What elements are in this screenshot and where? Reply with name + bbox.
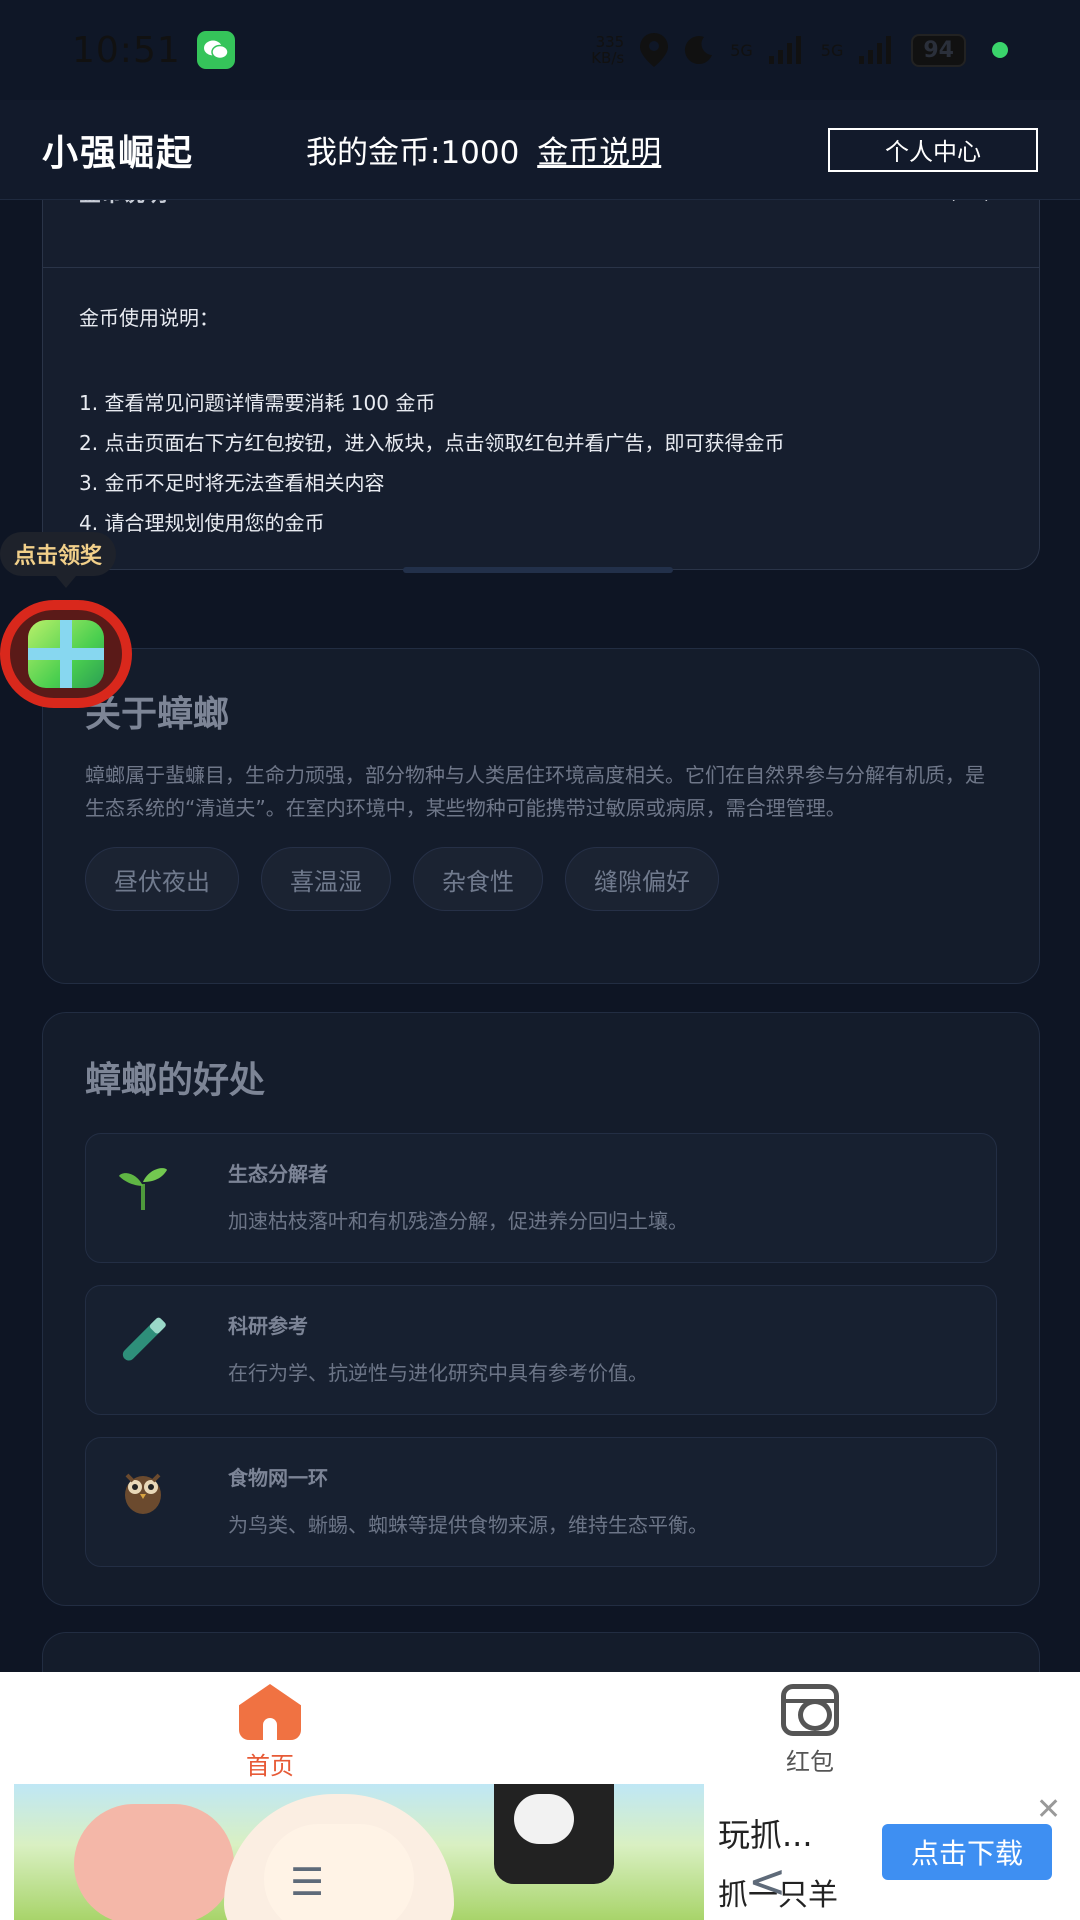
ad-subtitle: 抓一只羊 [718, 1878, 838, 1913]
profile-button[interactable]: 个人中心 [828, 127, 1038, 172]
benefit-title: 食物网一环 [228, 1466, 328, 1490]
benefit-desc: 在行为学、抗逆性与进化研究中具有参考价值。 [228, 1361, 648, 1385]
net-speed-value: 335 [595, 33, 625, 51]
benefit-title: 生态分解者 [228, 1162, 328, 1186]
benefits-card: 蟑螂的好处 生态分解者 加速枯枝落叶和有机残渣分解，促进养分回归土壤。 科研参考… [42, 1012, 1040, 1606]
tag-chip: 昼伏夜出 [85, 847, 239, 911]
moon-icon [685, 36, 713, 65]
signal-1-label: 5G [730, 40, 753, 60]
coin-info-panel: 金币说明 金币使用说明： 1. 查看常见问题详情需要消耗 100 金币 2. 点… [42, 180, 1040, 573]
ad-image[interactable] [14, 1784, 704, 1920]
location-icon [640, 33, 669, 67]
about-text: 蟑螂属于蜚蠊目，生命力顽强，部分物种与人类居住环境高度相关。它们在自然界参与分解… [85, 763, 985, 820]
coin-info-intro: 金币使用说明： [79, 306, 219, 330]
nav-home[interactable]: 首页 [0, 1672, 540, 1784]
benefit-item: 科研参考 在行为学、抗逆性与进化研究中具有参考价值。 [85, 1285, 997, 1415]
privacy-dot-icon [992, 42, 1008, 58]
seedling-icon [116, 1160, 170, 1214]
tag-chip: 喜温湿 [261, 847, 391, 911]
ad-download-button[interactable]: 点击下载 [882, 1824, 1052, 1880]
app-header: 小强崛起 我的金币:1000 金币说明 个人中心 [0, 100, 1080, 200]
brand-title: 小强崛起 [42, 132, 195, 174]
about-tags: 昼伏夜出 喜温湿 杂食性 缝隙偏好 [85, 847, 997, 911]
tag-chip: 缝隙偏好 [565, 847, 719, 911]
benefit-desc: 为鸟类、蜥蜴、蜘蛛等提供食物来源，维持生态平衡。 [228, 1513, 708, 1537]
nav-home-label: 首页 [246, 1752, 294, 1780]
bottom-nav: 首页 红包 [0, 1672, 1080, 1784]
net-speed-unit: KB/s [591, 49, 625, 67]
net-speed: 335 KB/s [591, 34, 624, 66]
tag-chip: 杂食性 [413, 847, 543, 911]
ad-banner[interactable]: 玩抓... 抓一只羊 点击下载 ✕ [0, 1784, 1080, 1920]
owl-icon [116, 1464, 170, 1518]
close-icon[interactable]: ✕ [1036, 1792, 1061, 1827]
battery-level: 94 [911, 33, 966, 67]
test-tube-icon [116, 1312, 170, 1366]
status-time: 10:51 [72, 29, 181, 71]
nav-red-packet-label: 红包 [786, 1748, 834, 1776]
ad-text: 玩抓... 抓一只羊 [718, 1810, 838, 1914]
about-title: 关于蟑螂 [85, 694, 230, 735]
status-bar: 10:51 335 KB/s 5G 5G 94 [0, 0, 1080, 100]
signal-2-label: 5G [820, 40, 844, 60]
coin-info-link[interactable]: 金币说明 [537, 135, 661, 171]
wechat-icon [196, 31, 235, 69]
coin-info-line: 3. 金币不足时将无法查看相关内容 [79, 471, 385, 495]
benefit-item: 食物网一环 为鸟类、蜥蜴、蜘蛛等提供食物来源，维持生态平衡。 [85, 1437, 997, 1567]
coin-balance: 我的金币:1000 金币说明 [306, 127, 661, 172]
nav-red-packet[interactable]: 红包 [540, 1672, 1080, 1784]
reward-gift-button[interactable] [0, 600, 132, 708]
ad-title: 玩抓... [718, 1816, 813, 1854]
coin-info-line: 2. 点击页面右下方红包按钮，进入板块，点击领取红包并看广告，即可获得金币 [79, 431, 785, 455]
about-card: 关于蟑螂 蟑螂属于蜚蠊目，生命力顽强，部分物种与人类居住环境高度相关。它们在自然… [42, 648, 1040, 984]
coin-balance-label: 我的金币:1000 [306, 135, 520, 171]
benefit-title: 科研参考 [228, 1314, 308, 1338]
benefits-title: 蟑螂的好处 [85, 1060, 266, 1101]
benefit-item: 生态分解者 加速枯枝落叶和有机残渣分解，促进养分回归土壤。 [85, 1133, 997, 1263]
coin-info-line: 1. 查看常见问题详情需要消耗 100 金币 [79, 391, 436, 415]
signal-bars-icon [768, 36, 801, 64]
status-indicators: 335 KB/s 5G 5G 94 [591, 33, 1008, 67]
gift-icon [28, 620, 104, 688]
home-icon [239, 1684, 301, 1740]
panel-handle [403, 567, 673, 573]
reward-tooltip: 点击领奖 [0, 532, 117, 588]
signal-bars-icon [859, 36, 892, 64]
coin-info-line: 4. 请合理规划使用您的金币 [79, 511, 325, 535]
coin-info-panel-body: 金币使用说明： 1. 查看常见问题详情需要消耗 100 金币 2. 点击页面右下… [43, 268, 1039, 577]
benefit-desc: 加速枯枝落叶和有机残渣分解，促进养分回归土壤。 [228, 1209, 688, 1233]
red-packet-icon [781, 1684, 839, 1736]
